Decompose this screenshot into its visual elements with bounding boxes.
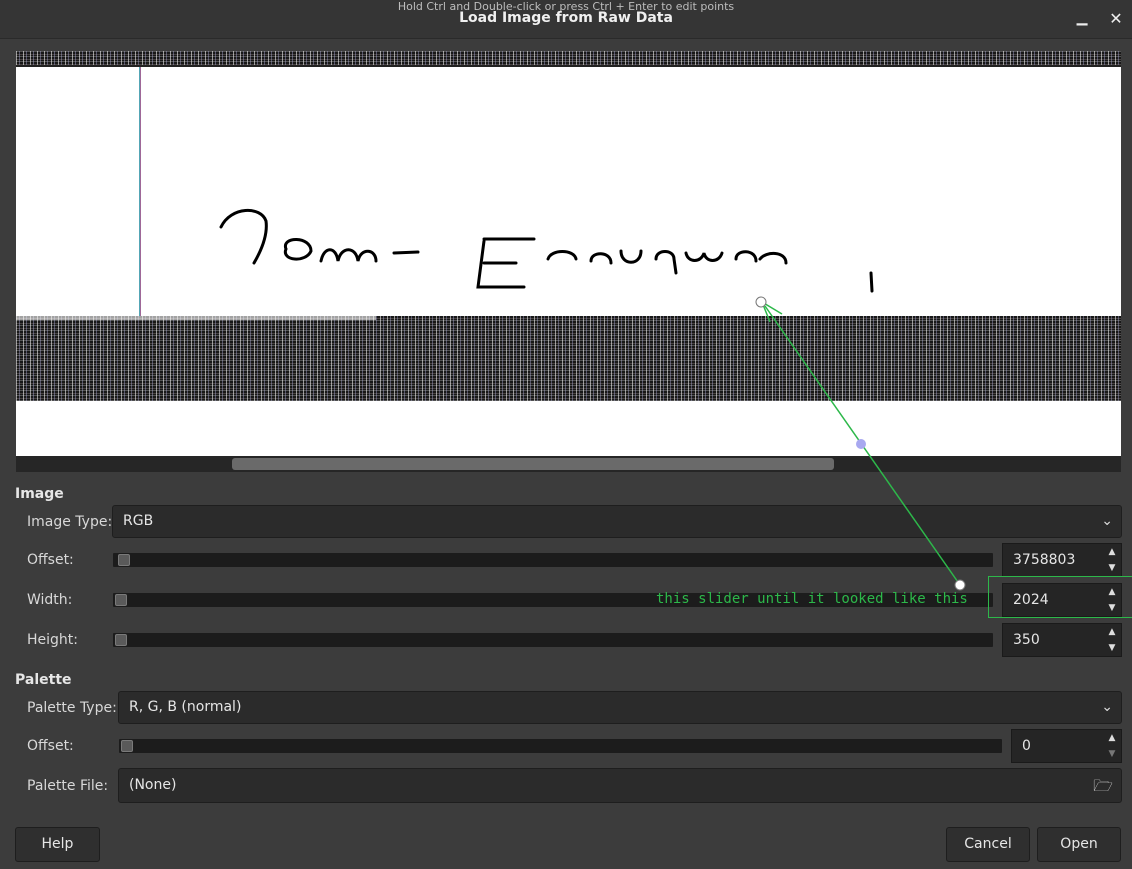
image-type-value: RGB	[123, 513, 154, 529]
height-increment-icon[interactable]: ▲	[1105, 625, 1119, 639]
chevron-down-icon: ⌄	[1101, 513, 1113, 529]
palette-file-value: (None)	[129, 777, 177, 793]
height-slider-handle[interactable]	[115, 634, 127, 646]
noise-band-bottom	[16, 316, 1121, 401]
offset-slider-handle[interactable]	[118, 554, 130, 566]
palette-offset-label: Offset:	[27, 738, 74, 754]
image-type-label: Image Type:	[27, 514, 113, 530]
offset-increment-icon[interactable]: ▲	[1105, 545, 1119, 559]
offset-value[interactable]: 3758803	[1013, 544, 1075, 576]
palette-offset-spinbutton[interactable]: 0 ▲ ▼	[1011, 729, 1122, 763]
width-label: Width:	[27, 592, 73, 608]
scrollbar-thumb[interactable]	[232, 458, 834, 470]
chevron-down-icon: ⌄	[1101, 699, 1113, 715]
height-decrement-icon[interactable]: ▼	[1105, 641, 1119, 655]
offset-label: Offset:	[27, 552, 74, 568]
palette-type-value: R, G, B (normal)	[129, 699, 242, 715]
noise-gap	[16, 316, 376, 320]
palette-file-chooser[interactable]: (None) 🗁	[118, 768, 1122, 803]
palette-type-label: Palette Type:	[27, 700, 117, 716]
height-label: Height:	[27, 632, 78, 648]
window-title: Load Image from Raw Data	[459, 10, 673, 26]
palette-offset-slider-handle[interactable]	[121, 740, 133, 752]
close-icon[interactable]: ✕	[1106, 9, 1126, 29]
section-palette-title: Palette	[15, 672, 72, 688]
height-value[interactable]: 350	[1013, 624, 1040, 656]
palette-offset-slider[interactable]	[119, 739, 1002, 753]
section-image-title: Image	[15, 486, 64, 502]
palette-offset-increment-icon[interactable]: ▲	[1105, 731, 1119, 745]
annotation-text: this slider until it looked like this	[656, 591, 968, 607]
width-slider-handle[interactable]	[115, 594, 127, 606]
annotation-startpoint-handle[interactable]	[954, 579, 966, 591]
offset-slider[interactable]	[113, 553, 993, 567]
height-slider[interactable]	[113, 633, 993, 647]
height-spinbutton[interactable]: 350 ▲ ▼	[1002, 623, 1122, 657]
annotation-highlight-box	[988, 576, 1132, 618]
help-button[interactable]: Help	[15, 827, 100, 862]
open-button[interactable]: Open	[1037, 827, 1121, 862]
offset-spinbutton[interactable]: 3758803 ▲ ▼	[1002, 543, 1122, 577]
cancel-button[interactable]: Cancel	[946, 827, 1030, 862]
file-open-icon[interactable]: 🗁	[1093, 769, 1113, 802]
minimize-icon[interactable]: ▁	[1072, 10, 1092, 30]
offset-decrement-icon[interactable]: ▼	[1105, 561, 1119, 575]
palette-offset-value[interactable]: 0	[1022, 730, 1031, 762]
image-type-combo[interactable]: RGB ⌄	[112, 505, 1122, 538]
palette-type-combo[interactable]: R, G, B (normal) ⌄	[118, 691, 1122, 724]
image-preview	[16, 51, 1121, 456]
palette-offset-decrement-icon[interactable]: ▼	[1105, 747, 1119, 761]
palette-file-label: Palette File:	[27, 778, 109, 794]
